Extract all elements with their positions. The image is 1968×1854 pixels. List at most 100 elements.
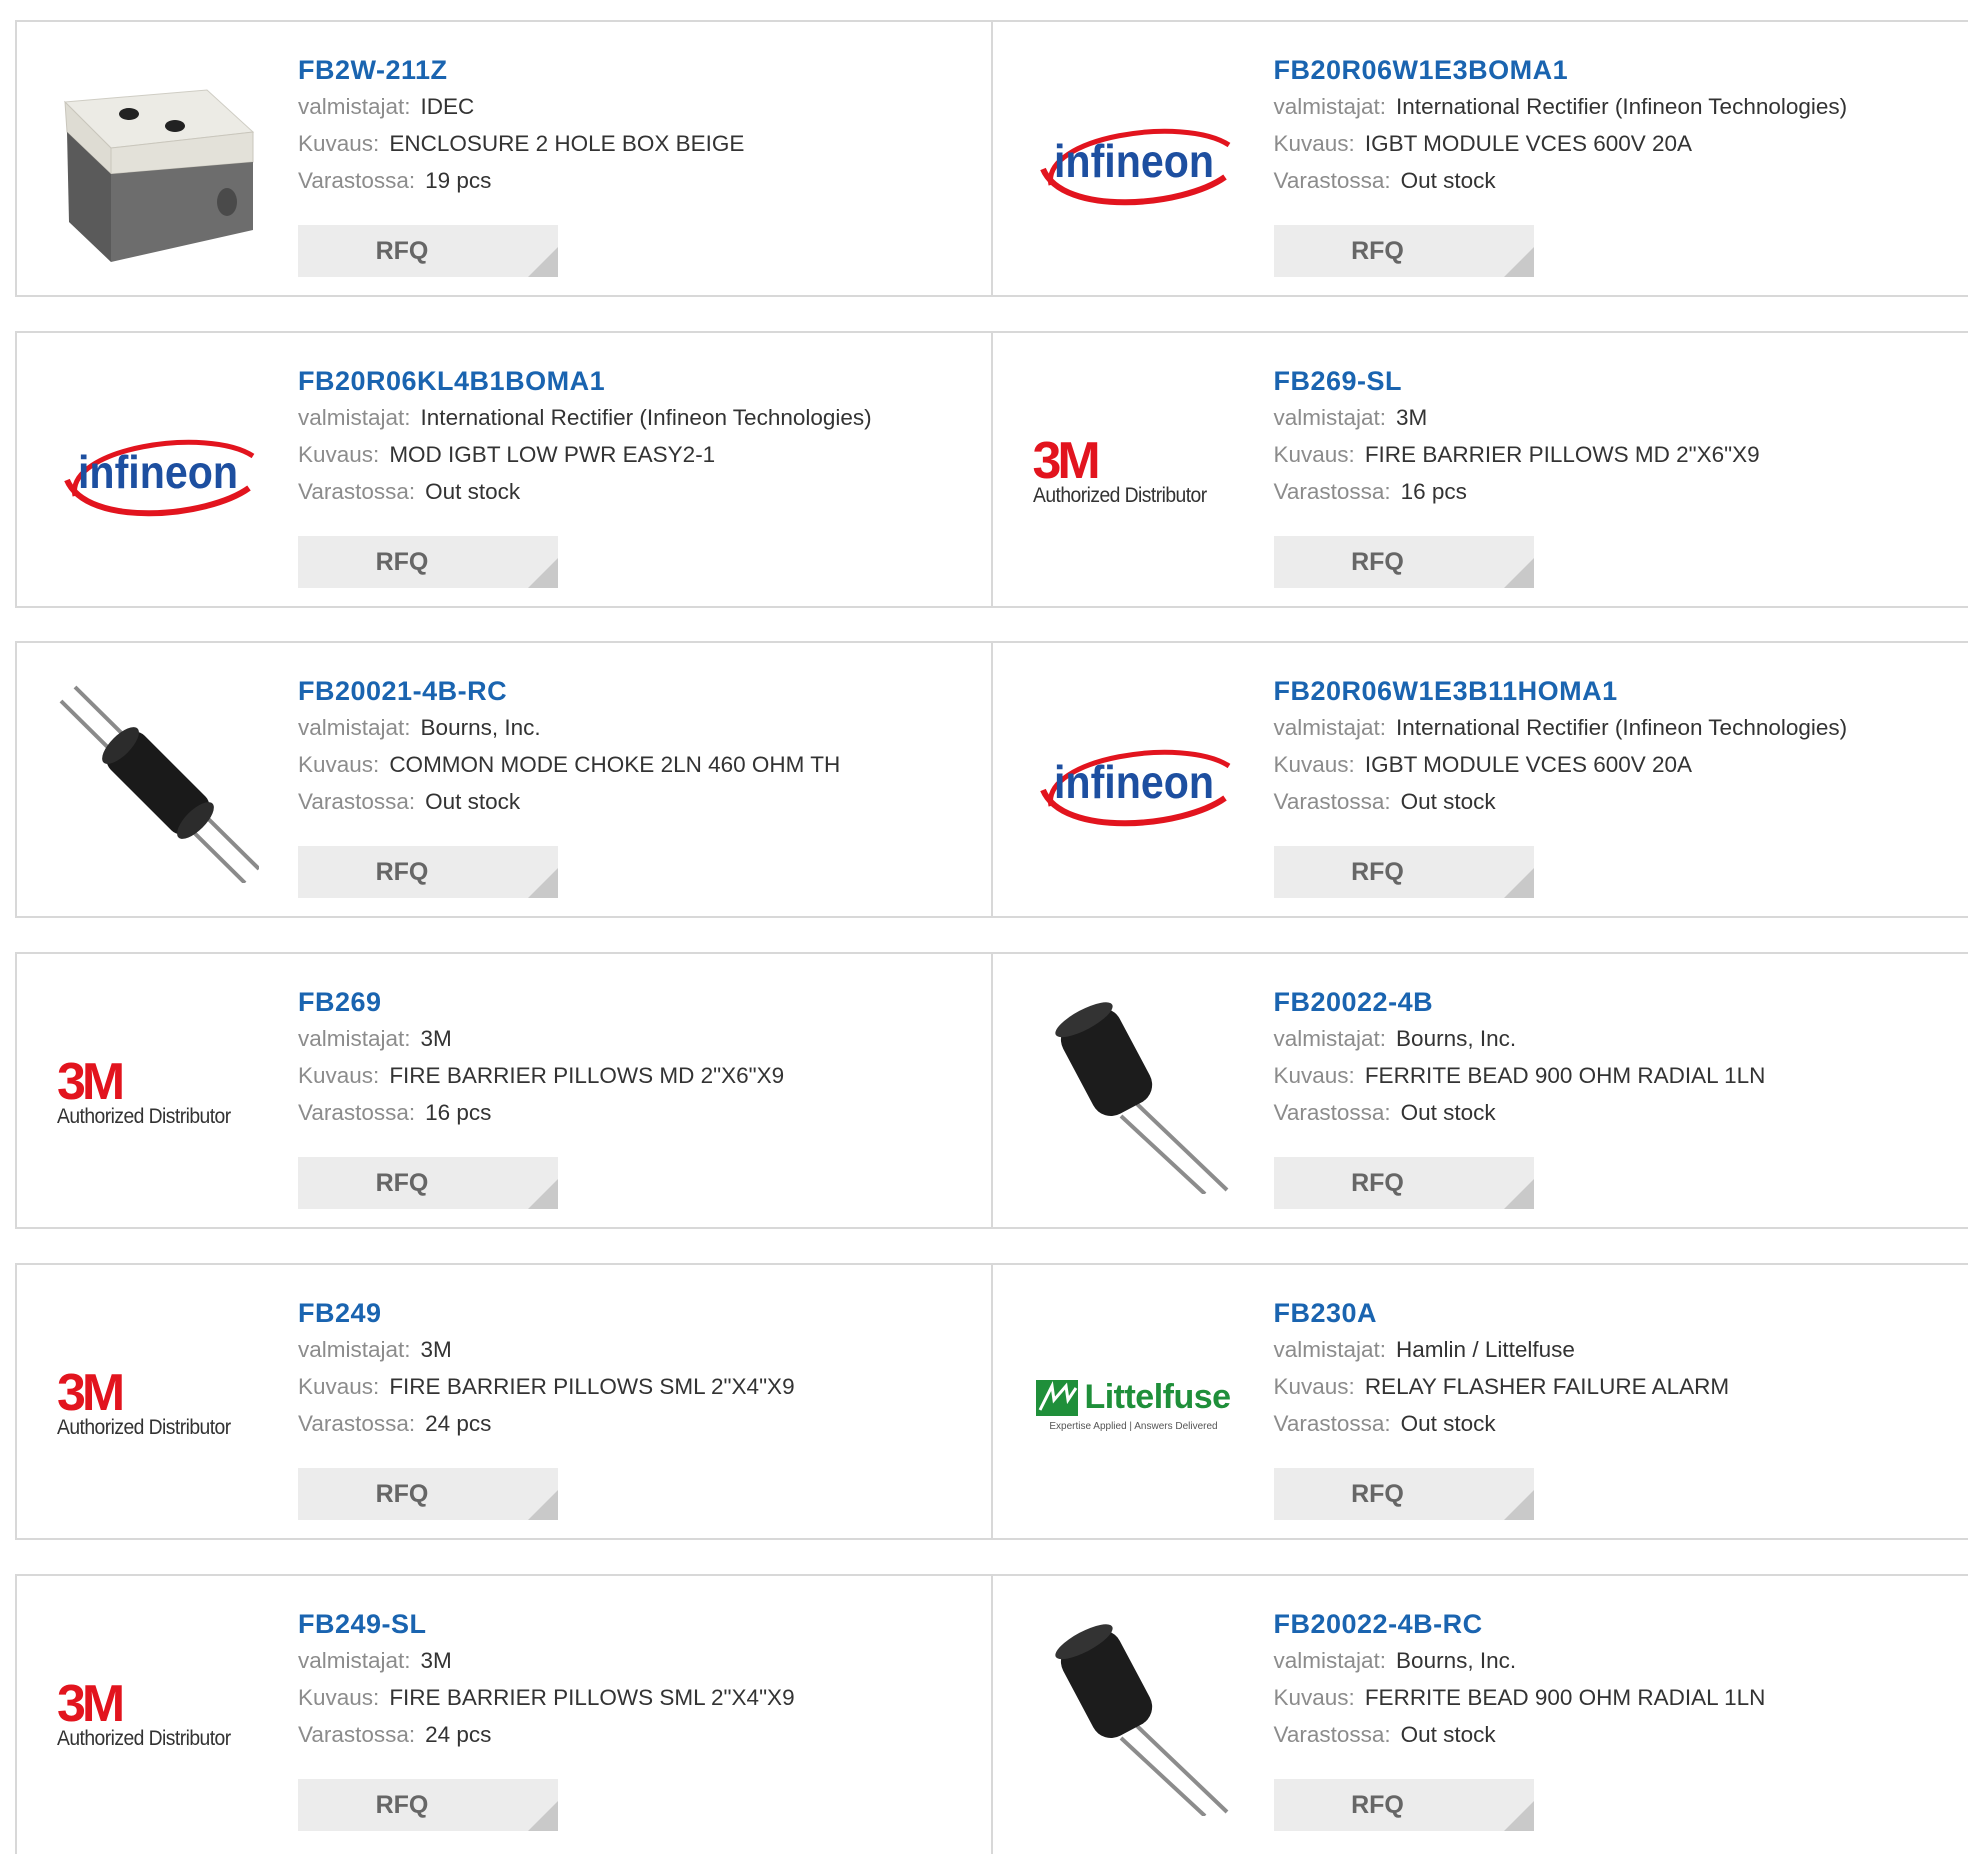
manufacturer-label: valmistajat: xyxy=(1274,1337,1387,1362)
product-info: FB20R06W1E3B11HOMA1valmistajat:Internati… xyxy=(1274,673,1964,820)
manufacturer-label: valmistajat: xyxy=(298,405,411,430)
stock-value: Out stock xyxy=(1401,1411,1496,1436)
rfq-button[interactable]: RFQ xyxy=(298,846,558,898)
manufacturer-value: 3M xyxy=(421,1026,452,1051)
rfq-button[interactable]: RFQ xyxy=(1274,1779,1534,1831)
product-card: FB20021-4B-RCvalmistajat:Bourns, Inc.Kuv… xyxy=(17,643,993,916)
rfq-button[interactable]: RFQ xyxy=(298,1157,558,1209)
part-number-link[interactable]: FB269 xyxy=(298,984,382,1020)
description-line: Kuvaus:FIRE BARRIER PILLOWS SML 2"X4"X9 xyxy=(298,1679,988,1716)
part-number-link[interactable]: FB249-SL xyxy=(298,1606,427,1642)
description-line: Kuvaus:FIRE BARRIER PILLOWS SML 2"X4"X9 xyxy=(298,1368,988,1405)
3m-logo[interactable]: 3MAuthorized Distributor xyxy=(57,994,259,1194)
description-line: Kuvaus: IGBT MODULE VCES 600V 20A xyxy=(1274,125,1964,162)
rfq-button[interactable]: RFQ xyxy=(298,225,558,277)
part-number-link[interactable]: FB20R06KL4B1BOMA1 xyxy=(298,363,605,399)
rfq-button[interactable]: RFQ xyxy=(1274,1157,1534,1209)
manufacturer-value: 3M xyxy=(421,1648,452,1673)
stock-label: Varastossa: xyxy=(1274,1411,1391,1436)
corner-fold-icon xyxy=(1504,247,1534,277)
manufacturer-value: IDEC xyxy=(421,94,475,119)
description-value: IGBT MODULE VCES 600V 20A xyxy=(1365,752,1692,777)
stock-value: 24 pcs xyxy=(425,1411,491,1436)
product-info: FB249-SLvalmistajat:3MKuvaus:FIRE BARRIE… xyxy=(298,1606,988,1753)
part-number-link[interactable]: FB20022-4B-RC xyxy=(1274,1606,1483,1642)
corner-fold-icon xyxy=(1504,1179,1534,1209)
part-number-link[interactable]: FB269-SL xyxy=(1274,363,1403,399)
product-image-ferrite-bead[interactable] xyxy=(1033,1616,1235,1816)
manufacturer-label: valmistajat: xyxy=(298,1337,411,1362)
manufacturer-value: 3M xyxy=(421,1337,452,1362)
3m-logo[interactable]: 3MAuthorized Distributor xyxy=(1033,373,1235,573)
product-image-choke[interactable] xyxy=(57,683,259,883)
corner-fold-icon xyxy=(528,558,558,588)
stock-line: Varastossa:Out stock xyxy=(1274,783,1964,820)
corner-fold-icon xyxy=(528,1179,558,1209)
rfq-label: RFQ xyxy=(1351,1791,1404,1819)
stock-label: Varastossa: xyxy=(1274,168,1391,193)
infineon-logo[interactable]: infineon xyxy=(1033,683,1235,883)
product-row: FB2W-211Zvalmistajat:IDECKuvaus:ENCLOSUR… xyxy=(15,20,1968,297)
description-value: MOD IGBT LOW PWR EASY2-1 xyxy=(389,442,715,467)
description-value: IGBT MODULE VCES 600V 20A xyxy=(1365,131,1692,156)
corner-fold-icon xyxy=(1504,868,1534,898)
description-value: ENCLOSURE 2 HOLE BOX BEIGE xyxy=(389,131,744,156)
manufacturer-line: valmistajat:International Rectifier (Inf… xyxy=(1274,709,1964,746)
part-number-link[interactable]: FB20R06W1E3BOMA1 xyxy=(1274,52,1569,88)
rfq-button[interactable]: RFQ xyxy=(298,536,558,588)
product-info: FB20R06KL4B1BOMA1valmistajat:Internation… xyxy=(298,363,988,510)
manufacturer-line: valmistajat: 3M xyxy=(298,1331,988,1368)
description-line: Kuvaus:FERRITE BEAD 900 OHM RADIAL 1LN xyxy=(1274,1057,1964,1094)
rfq-button[interactable]: RFQ xyxy=(1274,1468,1534,1520)
infineon-logo[interactable]: infineon xyxy=(57,373,259,573)
product-image-enclosure[interactable] xyxy=(57,62,259,262)
rfq-button[interactable]: RFQ xyxy=(1274,846,1534,898)
3m-logo[interactable]: 3MAuthorized Distributor xyxy=(57,1305,259,1505)
corner-fold-icon xyxy=(528,247,558,277)
rfq-button[interactable]: RFQ xyxy=(1274,536,1534,588)
littelfuse-logo[interactable]: LittelfuseExpertise Applied | Answers De… xyxy=(1033,1305,1235,1505)
manufacturer-line: valmistajat:3M xyxy=(1274,399,1964,436)
rfq-label: RFQ xyxy=(1351,237,1404,265)
3m-logo[interactable]: 3MAuthorized Distributor xyxy=(57,1616,259,1816)
part-number-link[interactable]: FB20R06W1E3B11HOMA1 xyxy=(1274,673,1618,709)
part-number-link[interactable]: FB2W-211Z xyxy=(298,52,448,88)
stock-value: Out stock xyxy=(425,479,520,504)
part-number-link[interactable]: FB230A xyxy=(1274,1295,1378,1331)
product-card: FB20022-4Bvalmistajat:Bourns, Inc.Kuvaus… xyxy=(993,954,1968,1227)
product-row: 3MAuthorized Distributor FB249-SLvalmista… xyxy=(15,1574,1968,1854)
product-card: infineon FB20R06W1E3BOMA1valmistajat:Inte… xyxy=(993,22,1968,295)
description-label: Kuvaus: xyxy=(1274,1063,1355,1088)
stock-line: Varastossa:Out stock xyxy=(1274,162,1964,199)
stock-label: Varastossa: xyxy=(1274,1100,1391,1125)
infineon-logo[interactable]: infineon xyxy=(1033,62,1235,262)
part-number-link[interactable]: FB249 xyxy=(298,1295,382,1331)
stock-label: Varastossa: xyxy=(1274,479,1391,504)
rfq-button[interactable]: RFQ xyxy=(1274,225,1534,277)
stock-line: Varastossa:16 pcs xyxy=(298,1094,988,1131)
description-value: FERRITE BEAD 900 OHM RADIAL 1LN xyxy=(1365,1685,1766,1710)
part-number-link[interactable]: FB20021-4B-RC xyxy=(298,673,507,709)
product-card: 3MAuthorized Distributor FB269-SLvalmista… xyxy=(993,333,1968,606)
rfq-button[interactable]: RFQ xyxy=(298,1779,558,1831)
stock-label: Varastossa: xyxy=(1274,789,1391,814)
stock-label: Varastossa: xyxy=(1274,1722,1391,1747)
description-line: Kuvaus:FIRE BARRIER PILLOWS MD 2"X6"X9 xyxy=(298,1057,988,1094)
rfq-label: RFQ xyxy=(376,1480,429,1508)
description-value: FIRE BARRIER PILLOWS MD 2"X6"X9 xyxy=(389,1063,784,1088)
rfq-button[interactable]: RFQ xyxy=(298,1468,558,1520)
description-label: Kuvaus: xyxy=(1274,131,1355,156)
manufacturer-line: valmistajat:Bourns, Inc. xyxy=(1274,1020,1964,1057)
product-card: 3MAuthorized DistributorFB249valmistajat… xyxy=(17,1265,993,1538)
manufacturer-label: valmistajat: xyxy=(298,715,411,740)
manufacturer-value: Bourns, Inc. xyxy=(421,715,541,740)
description-line: Kuvaus:FERRITE BEAD 900 OHM RADIAL 1LN xyxy=(1274,1679,1964,1716)
product-card: 3MAuthorized Distributor FB249-SLvalmista… xyxy=(17,1576,993,1854)
product-image-ferrite-bead[interactable] xyxy=(1033,994,1235,1194)
corner-fold-icon xyxy=(528,1490,558,1520)
rfq-label: RFQ xyxy=(1351,548,1404,576)
part-number-link[interactable]: FB20022-4B xyxy=(1274,984,1434,1020)
rfq-label: RFQ xyxy=(376,1169,429,1197)
manufacturer-line: valmistajat:International Rectifier (Inf… xyxy=(1274,88,1964,125)
corner-fold-icon xyxy=(528,868,558,898)
